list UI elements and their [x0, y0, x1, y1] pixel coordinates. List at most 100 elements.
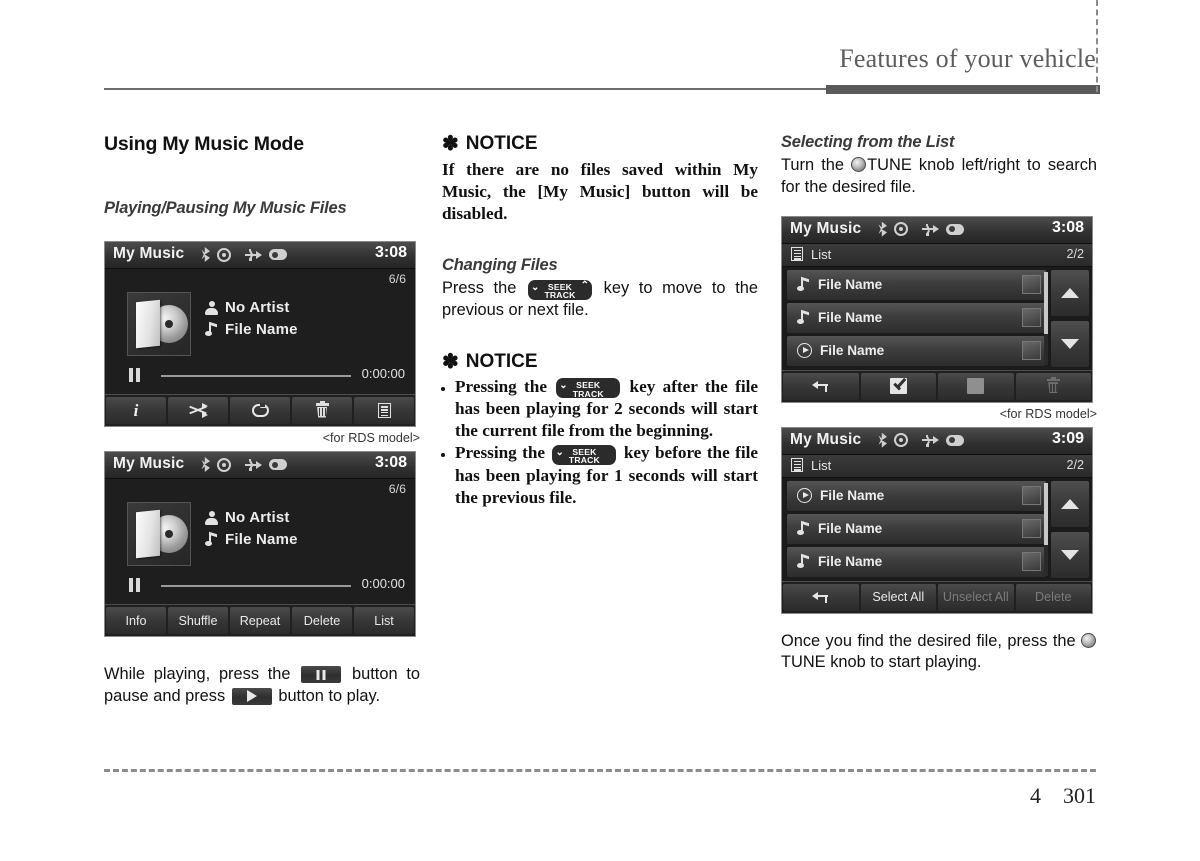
- asterisk-icon: ✽: [442, 350, 459, 373]
- progress-row[interactable]: 0:00:00: [105, 575, 415, 597]
- artist-name: No Artist: [225, 299, 290, 316]
- table-row[interactable]: File Name: [787, 513, 1046, 544]
- person-icon: [205, 300, 218, 315]
- tune-label: TUNE: [781, 653, 826, 672]
- seek-chevron-left: ⌄: [555, 446, 564, 458]
- headunit-screen-list-text[interactable]: My Music 3:09 List 2/2 File Name File Na…: [781, 426, 1093, 614]
- scroll-buttons: [1051, 480, 1089, 578]
- list-button[interactable]: List: [354, 607, 414, 634]
- shuffle-button[interactable]: [168, 397, 228, 424]
- seek-chevron-left: ⌄: [559, 380, 568, 392]
- column-right: Selecting from the List Turn the TUNE kn…: [781, 133, 1097, 674]
- file-row: File Name: [205, 321, 298, 338]
- progress-bar[interactable]: [161, 375, 351, 377]
- table-row[interactable]: File Name: [787, 302, 1046, 333]
- back-button[interactable]: [783, 372, 859, 400]
- notice-bullet-1: Pressing the ⌄ SEEKTRACK key after the f…: [455, 376, 758, 443]
- bluetooth-icon: [878, 432, 887, 448]
- header-rule: [104, 85, 1100, 94]
- arrow-down-icon: [1061, 338, 1079, 349]
- repeat-button[interactable]: [230, 397, 290, 424]
- row-checkbox[interactable]: [1022, 551, 1041, 571]
- ipod-icon: [946, 434, 964, 446]
- outro-text-after: knob to start playing.: [830, 653, 982, 672]
- page-header: Features of your vehicle: [0, 44, 1200, 104]
- play-button-graphic: [231, 687, 272, 705]
- file-name: File Name: [225, 531, 298, 548]
- notice-body-1: If there are no files saved within My Mu…: [442, 160, 758, 224]
- headunit-screen-player-icons[interactable]: My Music 3:08 6/6 No Artist File Name 0:…: [104, 241, 416, 427]
- progress-bar[interactable]: [161, 585, 351, 587]
- page-footer: 4 301: [104, 769, 1096, 815]
- select-all-button[interactable]: [860, 372, 936, 400]
- track-metadata: No Artist File Name: [205, 299, 298, 343]
- row-checkbox[interactable]: [1022, 485, 1041, 505]
- row-label: File Name: [818, 554, 883, 570]
- footer-divider: [1051, 784, 1053, 808]
- person-icon: [205, 510, 218, 525]
- screen-title: My Music: [790, 219, 862, 237]
- table-row[interactable]: File Name: [787, 480, 1046, 511]
- screen-button-bar: [782, 369, 1092, 402]
- list-area: File Name File Name File Name: [782, 266, 1092, 370]
- row-label: File Name: [818, 521, 883, 537]
- row-checkbox[interactable]: [1022, 518, 1041, 538]
- table-row[interactable]: File Name: [787, 335, 1046, 366]
- arrow-up-icon: [1061, 498, 1079, 509]
- track-counter: 6/6: [388, 272, 406, 286]
- ipod-icon: [946, 223, 964, 235]
- screen-statusbar: My Music 3:08: [782, 216, 1092, 244]
- page-title: Features of your vehicle: [839, 44, 1096, 73]
- row-checkbox[interactable]: [1022, 307, 1041, 327]
- table-row[interactable]: File Name: [787, 546, 1046, 577]
- notice-bullet-list: Pressing the ⌄ SEEKTRACK key after the f…: [442, 376, 758, 509]
- delete-button[interactable]: Delete: [1015, 583, 1091, 611]
- column-middle: ✽ NOTICE If there are no files saved wit…: [442, 133, 758, 509]
- folder-graphic: [136, 509, 160, 559]
- list-button[interactable]: [354, 397, 414, 424]
- info-button[interactable]: i: [106, 397, 166, 424]
- artist-name: No Artist: [225, 509, 290, 526]
- selecting-list-outro: Once you find the desired file, press th…: [781, 631, 1097, 675]
- pause-icon[interactable]: [129, 578, 140, 592]
- list-icon: [791, 457, 803, 472]
- scroll-up-button[interactable]: [1051, 269, 1089, 316]
- row-checkbox[interactable]: [1022, 274, 1041, 294]
- delete-button[interactable]: [292, 397, 352, 424]
- screen-title: My Music: [113, 245, 185, 262]
- screen-caption: <for RDS model>: [999, 406, 1097, 421]
- selecting-list-intro: Turn the TUNE knob left/right to search …: [781, 155, 1097, 199]
- folder-graphic: [136, 299, 160, 349]
- select-all-button[interactable]: Select All: [860, 583, 936, 611]
- music-note-icon: [797, 553, 810, 569]
- screen-title: My Music: [113, 455, 185, 472]
- scrollbar[interactable]: [1044, 482, 1048, 576]
- status-icons: [878, 432, 964, 448]
- delete-button[interactable]: Delete: [292, 607, 352, 634]
- seek-chevron-right: ⌃: [580, 279, 589, 291]
- pause-icon[interactable]: [129, 368, 140, 382]
- table-row[interactable]: File Name: [787, 269, 1046, 300]
- headunit-screen-player-text[interactable]: My Music 3:08 6/6 No Artist File Name 0:…: [104, 451, 416, 637]
- screen-button-bar: i: [105, 394, 415, 426]
- back-button[interactable]: [783, 583, 859, 611]
- list-label: List: [811, 246, 832, 262]
- shuffle-button[interactable]: Shuffle: [168, 607, 228, 634]
- elapsed-time: 0:00:00: [361, 576, 405, 591]
- row-checkbox[interactable]: [1022, 340, 1041, 360]
- scroll-down-button[interactable]: [1051, 531, 1089, 578]
- progress-row[interactable]: 0:00:00: [105, 365, 415, 387]
- delete-button[interactable]: [1015, 372, 1091, 400]
- scroll-down-button[interactable]: [1051, 320, 1089, 367]
- player-body: 6/6 No Artist File Name 0:00:00: [105, 479, 415, 604]
- info-button[interactable]: Info: [106, 607, 166, 634]
- unselect-all-button[interactable]: [938, 372, 1014, 400]
- unselect-all-button[interactable]: Unselect All: [938, 583, 1014, 611]
- selecting-list-title: Selecting from the List: [781, 133, 955, 151]
- column-left: Using My Music Mode Playing/Pausing My M…: [104, 133, 420, 708]
- repeat-button[interactable]: Repeat: [230, 607, 290, 634]
- scroll-up-button[interactable]: [1051, 480, 1089, 527]
- player-body: 6/6 No Artist File Name 0:00:00: [105, 269, 415, 394]
- headunit-screen-list-icons[interactable]: My Music 3:08 List 2/2 File Name File Na…: [781, 215, 1093, 403]
- scrollbar[interactable]: [1044, 271, 1048, 365]
